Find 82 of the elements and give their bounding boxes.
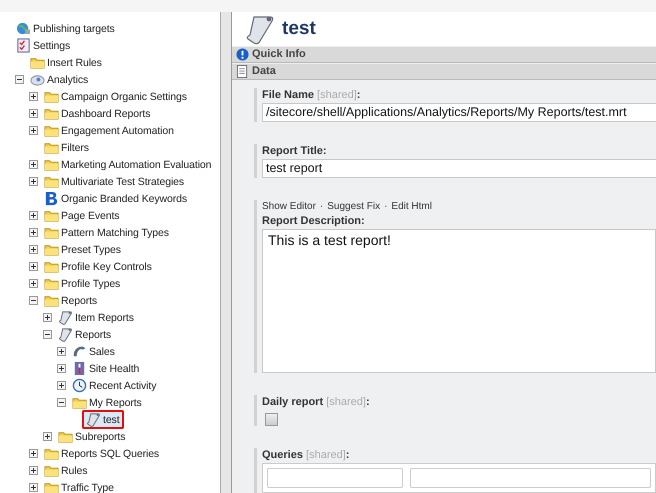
info-icon — [236, 48, 249, 61]
expand-toggle[interactable] — [28, 160, 38, 169]
tree-item[interactable]: Engagement Automation — [40, 121, 178, 140]
tree-item[interactable]: My Reports — [68, 393, 146, 412]
phone-icon — [72, 344, 87, 359]
tree-item[interactable]: Pattern Matching Types — [40, 223, 173, 242]
tree-item[interactable]: Campaign Organic Settings — [40, 87, 191, 106]
expand-toggle[interactable] — [28, 449, 38, 458]
tree-item[interactable]: Analytics — [26, 70, 92, 89]
section-title: Data — [252, 65, 276, 78]
text-field[interactable]: test report — [262, 159, 656, 178]
expand-toggle[interactable] — [28, 109, 38, 118]
clock-icon — [72, 378, 87, 393]
tree-item[interactable]: Marketing Automation Evaluation — [40, 155, 216, 174]
expand-toggle[interactable] — [28, 262, 38, 271]
expand-toggle[interactable] — [56, 381, 66, 390]
editor-link[interactable]: Suggest Fix — [327, 200, 380, 214]
collapse-toggle[interactable] — [56, 398, 66, 407]
section-header[interactable]: Quick Info — [232, 46, 656, 63]
expand-toggle[interactable] — [56, 347, 66, 356]
expand-toggle[interactable] — [42, 313, 52, 322]
field-label: Daily report [shared]: — [262, 395, 371, 410]
expand-toggle[interactable] — [28, 483, 38, 492]
item-title: test — [282, 18, 316, 40]
expand-toggle[interactable] — [28, 245, 38, 254]
field-label: Queries [shared]: — [262, 448, 350, 463]
expand-toggle[interactable] — [28, 228, 38, 237]
tree-item[interactable]: Multivariate Test Strategies — [40, 172, 188, 191]
expand-toggle[interactable] — [28, 126, 38, 135]
expand-toggle[interactable] — [28, 177, 38, 186]
tree-item[interactable]: Dashboard Reports — [40, 104, 154, 123]
expand-toggle[interactable] — [28, 279, 38, 288]
expand-toggle[interactable] — [42, 432, 52, 441]
document-icon — [236, 64, 249, 78]
checkbox[interactable] — [265, 413, 278, 426]
letter-b-icon — [44, 191, 59, 206]
tree-item[interactable]: Recent Activity — [68, 376, 160, 395]
expand-toggle[interactable] — [56, 364, 66, 373]
expand-toggle[interactable] — [28, 92, 38, 101]
section-title: Quick Info — [252, 48, 306, 60]
tree-item[interactable]: Publishing targets — [12, 19, 119, 38]
scroll-icon — [58, 327, 73, 342]
rich-text-field[interactable]: This is a test report! — [262, 229, 656, 373]
editor-link[interactable]: Edit Html — [391, 200, 432, 214]
query-field[interactable] — [267, 468, 403, 488]
separator-dot: · — [384, 200, 388, 214]
tree-item[interactable]: Settings — [12, 36, 74, 55]
scroll-icon — [86, 412, 101, 427]
checklist-icon — [16, 38, 31, 53]
editor-link[interactable]: Show Editor — [262, 200, 316, 214]
tree-item[interactable]: Traffic Type — [40, 478, 118, 493]
tree-item[interactable]: Page Events — [40, 206, 124, 225]
tree-item[interactable]: Site Health — [68, 359, 144, 378]
tree-item[interactable]: Rules — [40, 461, 92, 480]
scroll-icon — [58, 310, 73, 325]
tree-item[interactable]: Item Reports — [54, 308, 138, 327]
tree-item[interactable]: Sales — [68, 342, 119, 361]
text-field[interactable]: /sitecore/shell/Applications/Analytics/Reports/My Reports/test.mrt — [262, 103, 656, 122]
query-field[interactable] — [410, 468, 651, 488]
field-label: Report Description: — [262, 214, 366, 229]
field-label: File Name [shared]: — [262, 88, 362, 103]
expand-toggle[interactable] — [28, 466, 38, 475]
collapse-toggle[interactable] — [42, 330, 52, 339]
tree-item[interactable]: Subreports — [54, 427, 130, 446]
tree-item[interactable]: Organic Branded Keywords — [40, 189, 191, 208]
tree-item[interactable]: Insert Rules — [26, 53, 106, 72]
thermometer-icon — [72, 361, 87, 376]
separator-dot: · — [320, 200, 324, 214]
tree-item[interactable]: Reports — [40, 291, 102, 310]
tree-item[interactable]: Reports SQL Queries — [40, 444, 164, 463]
collapse-toggle[interactable] — [14, 75, 24, 84]
tree-item[interactable]: Reports — [54, 325, 116, 344]
tree-item[interactable]: Profile Types — [40, 274, 124, 293]
tree-item[interactable]: Profile Key Controls — [40, 257, 156, 276]
tree-item[interactable]: Preset Types — [40, 240, 125, 259]
tree-item[interactable]: test — [82, 410, 124, 429]
tree-item[interactable]: Filters — [40, 138, 93, 157]
expand-toggle[interactable] — [28, 211, 38, 220]
collapse-toggle[interactable] — [28, 296, 38, 305]
field-label: Report Title: — [262, 144, 328, 159]
globe-icon — [16, 21, 31, 36]
section-header[interactable]: Data — [232, 62, 656, 80]
